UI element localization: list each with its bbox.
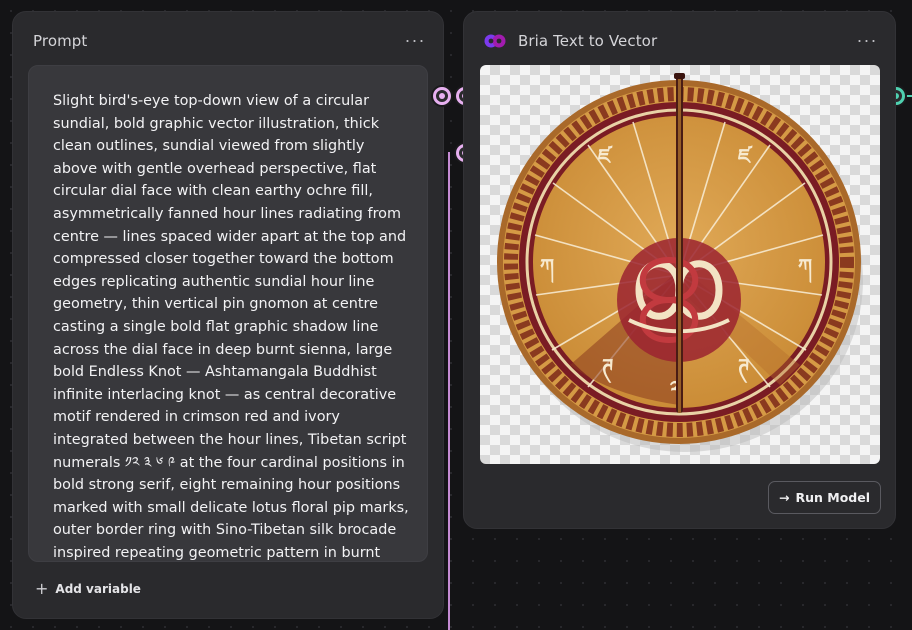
connection-wire-output [904, 95, 912, 97]
plus-icon: + [35, 579, 49, 598]
run-model-label: Run Model [795, 490, 870, 505]
prompt-output-port[interactable] [433, 87, 451, 105]
prompt-node-header: Prompt [13, 12, 443, 70]
run-model-button[interactable]: → Run Model [768, 481, 881, 514]
bria-node-title: Bria Text to Vector [518, 32, 658, 50]
sundial-illustration: ཛ ཛ ཀ ཀ ཊ ཊ ༢ [497, 73, 863, 452]
bria-logo-icon [484, 34, 506, 48]
generated-vector-image: ཛ ཛ ཀ ཀ ཊ ཊ ༢ [480, 65, 880, 464]
prompt-node[interactable]: Prompt ··· Slight bird's-eye top-down vi… [12, 11, 444, 619]
arrow-right-icon: → [779, 490, 790, 505]
more-options-icon[interactable]: ··· [857, 30, 877, 50]
prompt-textarea[interactable]: Slight bird's-eye top-down view of a cir… [28, 65, 428, 562]
bria-text-to-vector-node[interactable]: Bria Text to Vector ··· ཛ ཛ ཀ ཀ ཊ ཊ ༢ → … [463, 11, 896, 529]
connection-wire [448, 152, 450, 630]
add-variable-button[interactable]: + Add variable [35, 581, 141, 597]
bria-node-header: Bria Text to Vector [464, 12, 895, 70]
add-variable-label: Add variable [55, 582, 141, 596]
more-options-icon[interactable]: ··· [405, 30, 425, 50]
prompt-text[interactable]: Slight bird's-eye top-down view of a cir… [29, 66, 427, 561]
prompt-node-title: Prompt [33, 32, 88, 50]
